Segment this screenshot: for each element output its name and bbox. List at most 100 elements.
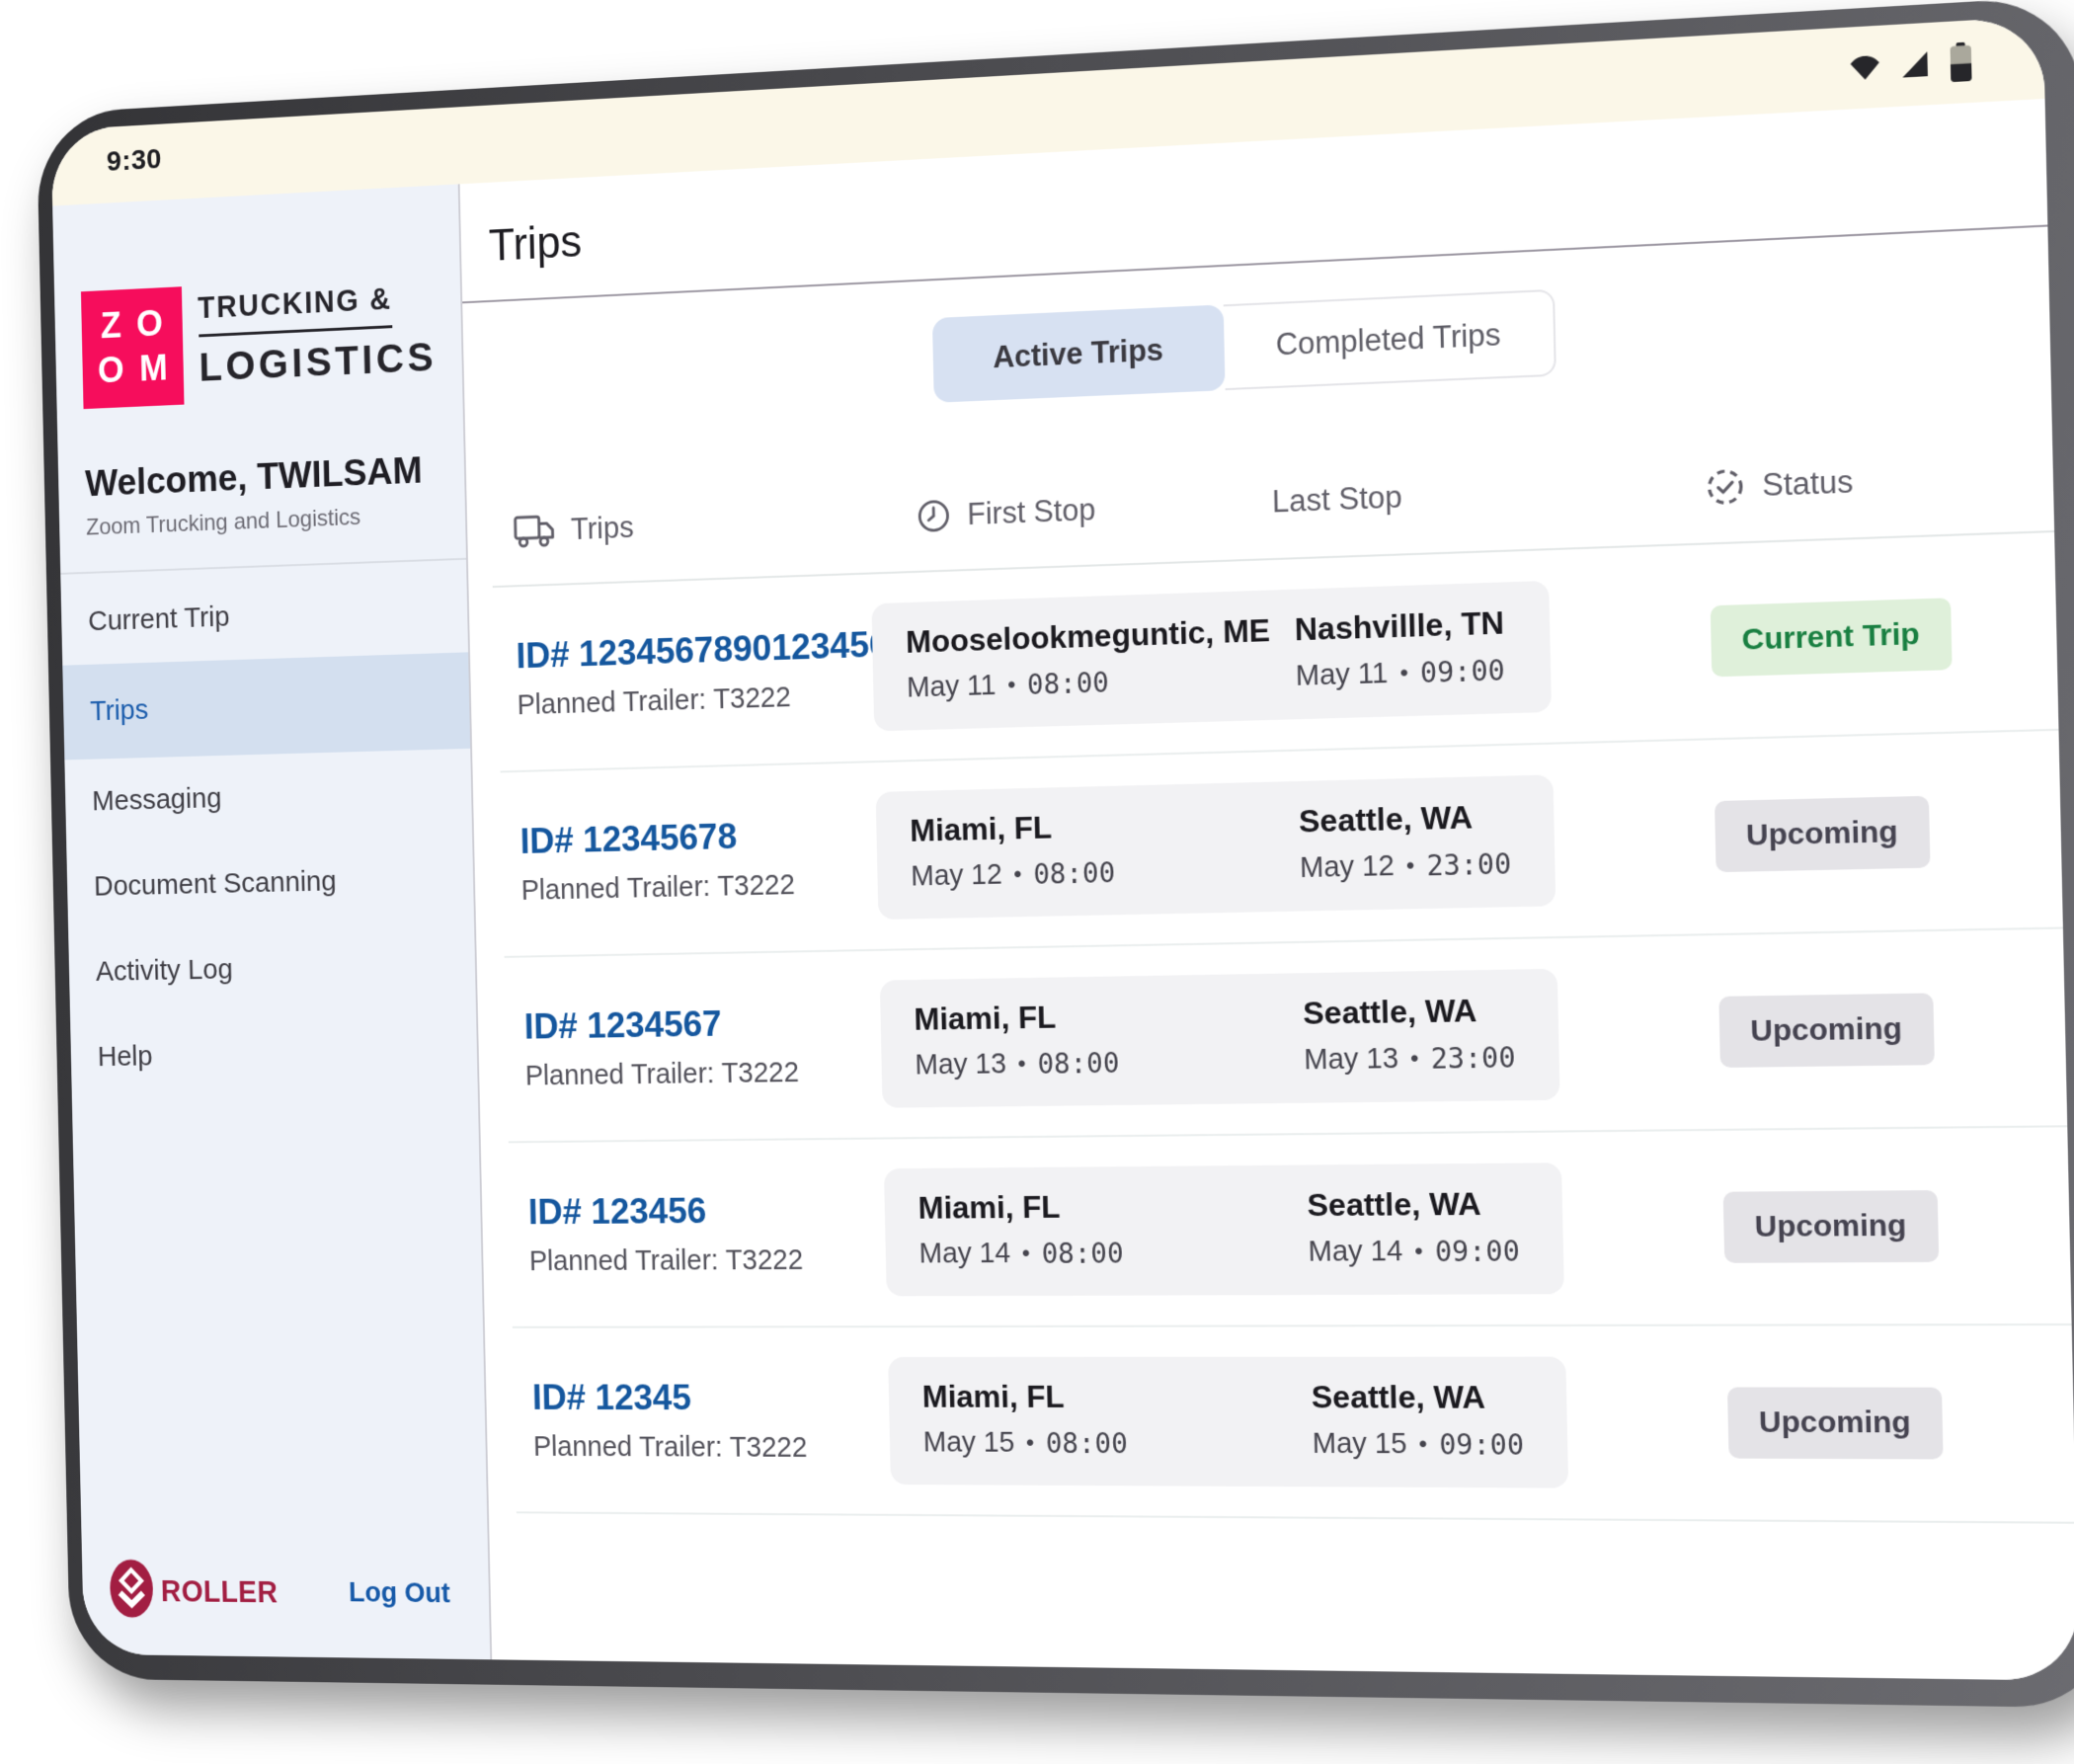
logo-letters-top: ZO bbox=[100, 300, 179, 349]
column-header-trips-label: Trips bbox=[571, 510, 635, 547]
last-stop-cell: Nashvillle, TN May 11•09:00 bbox=[1294, 604, 1505, 693]
column-header-first-stop-label: First Stop bbox=[967, 492, 1096, 532]
logo-word-trucking: TRUCKING & bbox=[198, 281, 393, 337]
sidebar-item-current-trip[interactable]: Current Trip bbox=[87, 567, 442, 665]
last-stop-datetime: May 12•23:00 bbox=[1300, 847, 1512, 885]
planned-trailer: Planned Trailer: T3222 bbox=[529, 1244, 804, 1278]
screen: 9:30 ZO OM bbox=[50, 16, 2074, 1680]
last-stop-city: Seattle, WA bbox=[1311, 1379, 1523, 1416]
column-header-trips: Trips bbox=[514, 509, 635, 550]
trip-id-link[interactable]: ID# 12345 bbox=[532, 1377, 807, 1418]
zoom-logo-wordmark: TRUCKING & LOGISTICS bbox=[198, 274, 438, 390]
clock-time: 9:30 bbox=[107, 143, 163, 179]
status-badge: Upcoming bbox=[1718, 993, 1934, 1068]
stops-panel: Miami, FL May 15•08:00 Seattle, WA May 1… bbox=[888, 1357, 1568, 1488]
roller-brand-name: ROLLER bbox=[161, 1574, 279, 1610]
status-icons bbox=[1847, 40, 1975, 89]
column-header-first-stop: First Stop bbox=[916, 491, 1096, 535]
first-stop-cell: Miami, FL May 14•08:00 bbox=[917, 1188, 1124, 1270]
clock-icon bbox=[916, 497, 953, 535]
last-stop-cell: Seattle, WA May 13•23:00 bbox=[1303, 992, 1516, 1077]
trip-row[interactable]: ID# 1234567 Planned Trailer: T3222 Miami… bbox=[505, 929, 2068, 1144]
trip-id-block: ID# 123456789012345678 Planned Trailer: … bbox=[516, 622, 929, 722]
welcome-heading: Welcome, TWILSAM bbox=[85, 449, 439, 506]
first-stop-datetime: May 12•08:00 bbox=[911, 856, 1116, 893]
sidebar-item-document-scanning[interactable]: Document Scanning bbox=[93, 836, 448, 929]
sidebar: ZO OM TRUCKING & LOGISTICS Welcome, TWIL… bbox=[52, 184, 492, 1659]
first-stop-datetime: May 11•08:00 bbox=[907, 661, 1272, 704]
sidebar-item-help[interactable]: Help bbox=[97, 1009, 452, 1100]
trip-id-block: ID# 1234567 Planned Trailer: T3222 bbox=[523, 1002, 799, 1092]
last-stop-datetime: May 14•09:00 bbox=[1308, 1235, 1520, 1269]
tablet-device-frame: 9:30 ZO OM bbox=[37, 0, 2074, 1708]
log-out-button[interactable]: Log Out bbox=[349, 1577, 450, 1610]
sidebar-spacer bbox=[99, 1095, 462, 1561]
zoom-logo: ZO OM TRUCKING & LOGISTICS bbox=[81, 274, 437, 409]
first-stop-city: Miami, FL bbox=[910, 808, 1115, 849]
last-stop-city: Nashvillle, TN bbox=[1294, 604, 1504, 648]
company-subtitle: Zoom Trucking and Logistics bbox=[86, 501, 439, 541]
status-badge: Upcoming bbox=[1723, 1190, 1939, 1263]
roller-brand: ROLLER bbox=[109, 1558, 279, 1625]
trip-row[interactable]: ID# 123456 Planned Trailer: T3222 Miami,… bbox=[509, 1127, 2072, 1328]
sidebar-item-trips[interactable]: Trips bbox=[62, 652, 470, 760]
stops-panel: Miami, FL May 12•08:00 Seattle, WA May 1… bbox=[876, 774, 1556, 920]
first-stop-cell: Miami, FL May 15•08:00 bbox=[921, 1379, 1128, 1460]
last-stop-cell: Seattle, WA May 14•09:00 bbox=[1307, 1185, 1520, 1269]
first-stop-cell: Mooselookmeguntic, ME May 11•08:00 bbox=[906, 612, 1272, 705]
trip-id-link[interactable]: ID# 123456 bbox=[527, 1189, 802, 1232]
sidebar-item-activity-log[interactable]: Activity Log bbox=[95, 922, 450, 1014]
stops-panel: Miami, FL May 14•08:00 Seattle, WA May 1… bbox=[884, 1163, 1564, 1296]
first-stop-datetime: May 15•08:00 bbox=[922, 1427, 1128, 1461]
first-stop-cell: Miami, FL May 13•08:00 bbox=[914, 999, 1120, 1082]
trip-id-block: ID# 123456 Planned Trailer: T3222 bbox=[527, 1189, 803, 1277]
planned-trailer: Planned Trailer: T3222 bbox=[533, 1431, 808, 1464]
column-header-last-stop: Last Stop bbox=[1272, 479, 1402, 520]
trip-id-link[interactable]: ID# 123456789012345678 bbox=[516, 622, 928, 677]
trip-row[interactable]: ID# 12345 Planned Trailer: T3222 Miami, … bbox=[513, 1325, 2074, 1524]
last-stop-datetime: May 15•09:00 bbox=[1312, 1428, 1524, 1462]
logo-word-logistics: LOGISTICS bbox=[199, 326, 438, 390]
last-stop-city: Seattle, WA bbox=[1303, 992, 1515, 1032]
zoom-logo-mark: ZO OM bbox=[81, 286, 184, 409]
last-stop-city: Seattle, WA bbox=[1299, 798, 1511, 841]
trips-tabs: Active Trips Completed Trips bbox=[932, 266, 2050, 402]
first-stop-city: Miami, FL bbox=[917, 1188, 1123, 1226]
column-header-last-stop-label: Last Stop bbox=[1272, 479, 1402, 520]
last-stop-datetime: May 11•09:00 bbox=[1296, 654, 1506, 693]
trip-id-link[interactable]: ID# 12345678 bbox=[519, 814, 794, 861]
first-stop-city: Miami, FL bbox=[914, 999, 1119, 1038]
planned-trailer: Planned Trailer: T3222 bbox=[517, 678, 929, 722]
app-window: ZO OM TRUCKING & LOGISTICS Welcome, TWIL… bbox=[52, 99, 2074, 1681]
column-header-status-label: Status bbox=[1762, 464, 1854, 505]
trip-id-link[interactable]: ID# 1234567 bbox=[523, 1002, 798, 1047]
roller-logo-icon bbox=[109, 1558, 154, 1624]
tab-completed-trips[interactable]: Completed Trips bbox=[1224, 289, 1556, 390]
first-stop-city: Miami, FL bbox=[921, 1379, 1127, 1415]
first-stop-datetime: May 13•08:00 bbox=[915, 1047, 1120, 1082]
planned-trailer: Planned Trailer: T3222 bbox=[525, 1057, 800, 1092]
trip-id-block: ID# 12345 Planned Trailer: T3222 bbox=[532, 1377, 808, 1464]
sidebar-footer: ROLLER Log Out bbox=[109, 1558, 464, 1635]
stops-panel: Miami, FL May 13•08:00 Seattle, WA May 1… bbox=[880, 969, 1560, 1108]
last-stop-cell: Seattle, WA May 15•09:00 bbox=[1311, 1379, 1524, 1462]
planned-trailer: Planned Trailer: T3222 bbox=[520, 869, 795, 907]
status-badge: Upcoming bbox=[1715, 796, 1930, 872]
first-stop-cell: Miami, FL May 12•08:00 bbox=[910, 808, 1116, 894]
logo-letters-bottom: OM bbox=[98, 346, 184, 395]
wifi-icon bbox=[1847, 49, 1883, 86]
column-header-status: Status bbox=[1705, 461, 1854, 508]
truck-icon bbox=[514, 512, 557, 550]
status-badge: Current Trip bbox=[1711, 598, 1953, 677]
last-stop-city: Seattle, WA bbox=[1307, 1185, 1519, 1224]
first-stop-city: Mooselookmeguntic, ME bbox=[906, 612, 1271, 661]
main-content: Trips Active Trips Completed Trips bbox=[460, 99, 2074, 1681]
last-stop-datetime: May 13•23:00 bbox=[1304, 1041, 1516, 1077]
trip-id-block: ID# 12345678 Planned Trailer: T3222 bbox=[519, 814, 795, 907]
tab-active-trips[interactable]: Active Trips bbox=[932, 304, 1226, 402]
stops-panel: Mooselookmeguntic, ME May 11•08:00 Nashv… bbox=[871, 581, 1552, 731]
sidebar-item-messaging[interactable]: Messaging bbox=[91, 750, 446, 844]
cellular-signal-icon bbox=[1897, 46, 1934, 83]
last-stop-cell: Seattle, WA May 12•23:00 bbox=[1299, 798, 1512, 885]
battery-icon bbox=[1947, 40, 1975, 83]
